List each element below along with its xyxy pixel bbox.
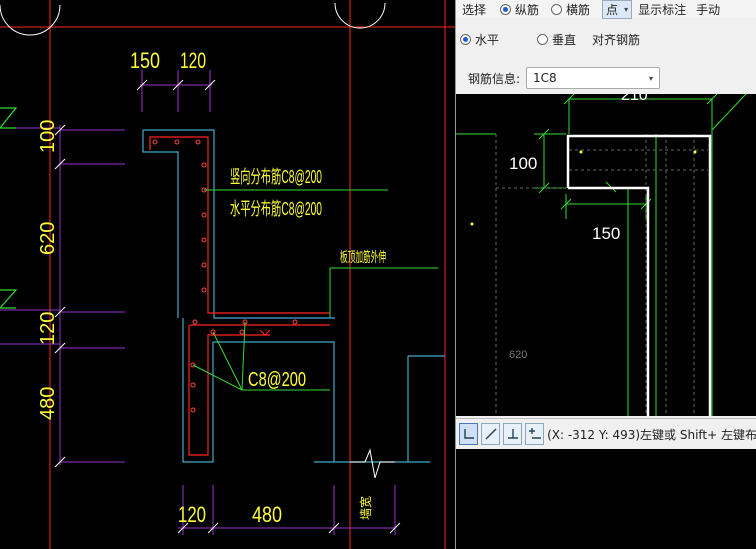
chevron-down-icon: ▾ (649, 73, 654, 83)
preview-dim-lines (456, 93, 747, 416)
radio-transverse-dot (551, 3, 563, 15)
break-symbol (350, 448, 395, 479)
vertical-dist-rebar-label: 竖向分布筋C8@200 (230, 167, 322, 187)
rebar-edit-panel: 选择 纵筋 横筋 点 ▾ 显示标注 手动 水平 垂直 对齐钢筋 钢筋信息: 1C8… (455, 0, 756, 549)
radio-longitudinal-dot (500, 3, 512, 15)
status-coordinates: (X: -312 Y: 493)左键或 Shift+ 左键布 (547, 427, 756, 442)
leader-lines (192, 189, 438, 391)
radio-longitudinal[interactable]: 纵筋 (500, 1, 539, 18)
chevron-down-icon: ▾ (624, 4, 629, 14)
panel-toolbar: 选择 纵筋 横筋 点 ▾ 显示标注 手动 (456, 0, 756, 19)
radio-horizontal[interactable]: 水平 (460, 31, 499, 48)
dim-100-label: 100 (37, 120, 59, 153)
c8-rebar-label: C8@200 (248, 369, 306, 391)
horizontal-dist-rebar-label: 水平分布筋C8@200 (230, 199, 322, 219)
manual-button[interactable]: 手动 (696, 1, 720, 18)
perpendicular-icon (507, 429, 518, 439)
dim-120-top-label: 120 (180, 48, 206, 73)
frame-lines (0, 0, 455, 549)
diagonal-tool-button[interactable] (481, 423, 501, 445)
left-markers (0, 107, 18, 309)
rebar-preview-canvas[interactable]: 210 100 150 620 (456, 87, 756, 416)
select-tool[interactable]: 选择 (462, 1, 486, 18)
top-slab-extra-rebar-label: 板顶加筋外伸 (340, 249, 386, 265)
dim-620-label: 620 (37, 222, 59, 255)
wall-width-label: 墙宽 (358, 496, 373, 520)
preview-dim-top: 210 (621, 94, 648, 104)
preview-svg: 210 100 150 620 (456, 87, 747, 416)
add-point-tool-button[interactable] (525, 423, 545, 445)
radio-vertical-dot (537, 33, 549, 45)
preview-rebar-shape (566, 134, 712, 416)
preview-hidden-lines (495, 134, 708, 416)
preview-dim-bottom: 150 (592, 224, 620, 243)
rebar-info-select[interactable]: 1C8 ▾ (526, 67, 661, 89)
align-rebar-button[interactable]: 对齐钢筋 (592, 31, 640, 48)
dim-120-bottom-label: 120 (178, 502, 206, 527)
dim-120-left-label: 120 (37, 312, 59, 345)
orthogonal-tool-button[interactable] (459, 423, 479, 445)
dim-480-bottom-label: 480 (252, 502, 282, 527)
preview-dim-left: 100 (509, 154, 537, 173)
add-point-icon (528, 428, 541, 439)
perpendicular-tool-button[interactable] (503, 423, 523, 445)
dim-480-left-label: 480 (37, 387, 59, 420)
panel-lower-area (456, 449, 756, 549)
radio-transverse[interactable]: 横筋 (551, 1, 590, 18)
radio-horizontal-dot (460, 33, 471, 45)
diagonal-icon (485, 428, 497, 440)
align-row: 水平 垂直 对齐钢筋 (456, 28, 756, 50)
dim-ticks (54, 79, 401, 534)
orthogonal-icon (463, 429, 474, 439)
rebar-info-label: 钢筋信息: (468, 71, 521, 86)
rebar-info-row: 钢筋信息: 1C8 ▾ (456, 66, 756, 90)
dim-150-label: 150 (130, 48, 160, 73)
point-mode-dropdown[interactable]: 点 ▾ (602, 0, 633, 19)
top-axis-circles (0, 2, 386, 36)
status-bar: (X: -312 Y: 493)左键或 Shift+ 左键布 (456, 418, 756, 449)
show-dimensions-button[interactable]: 显示标注 (638, 1, 686, 18)
radio-vertical[interactable]: 垂直 (537, 31, 576, 48)
preview-dim-side: 620 (509, 349, 527, 361)
